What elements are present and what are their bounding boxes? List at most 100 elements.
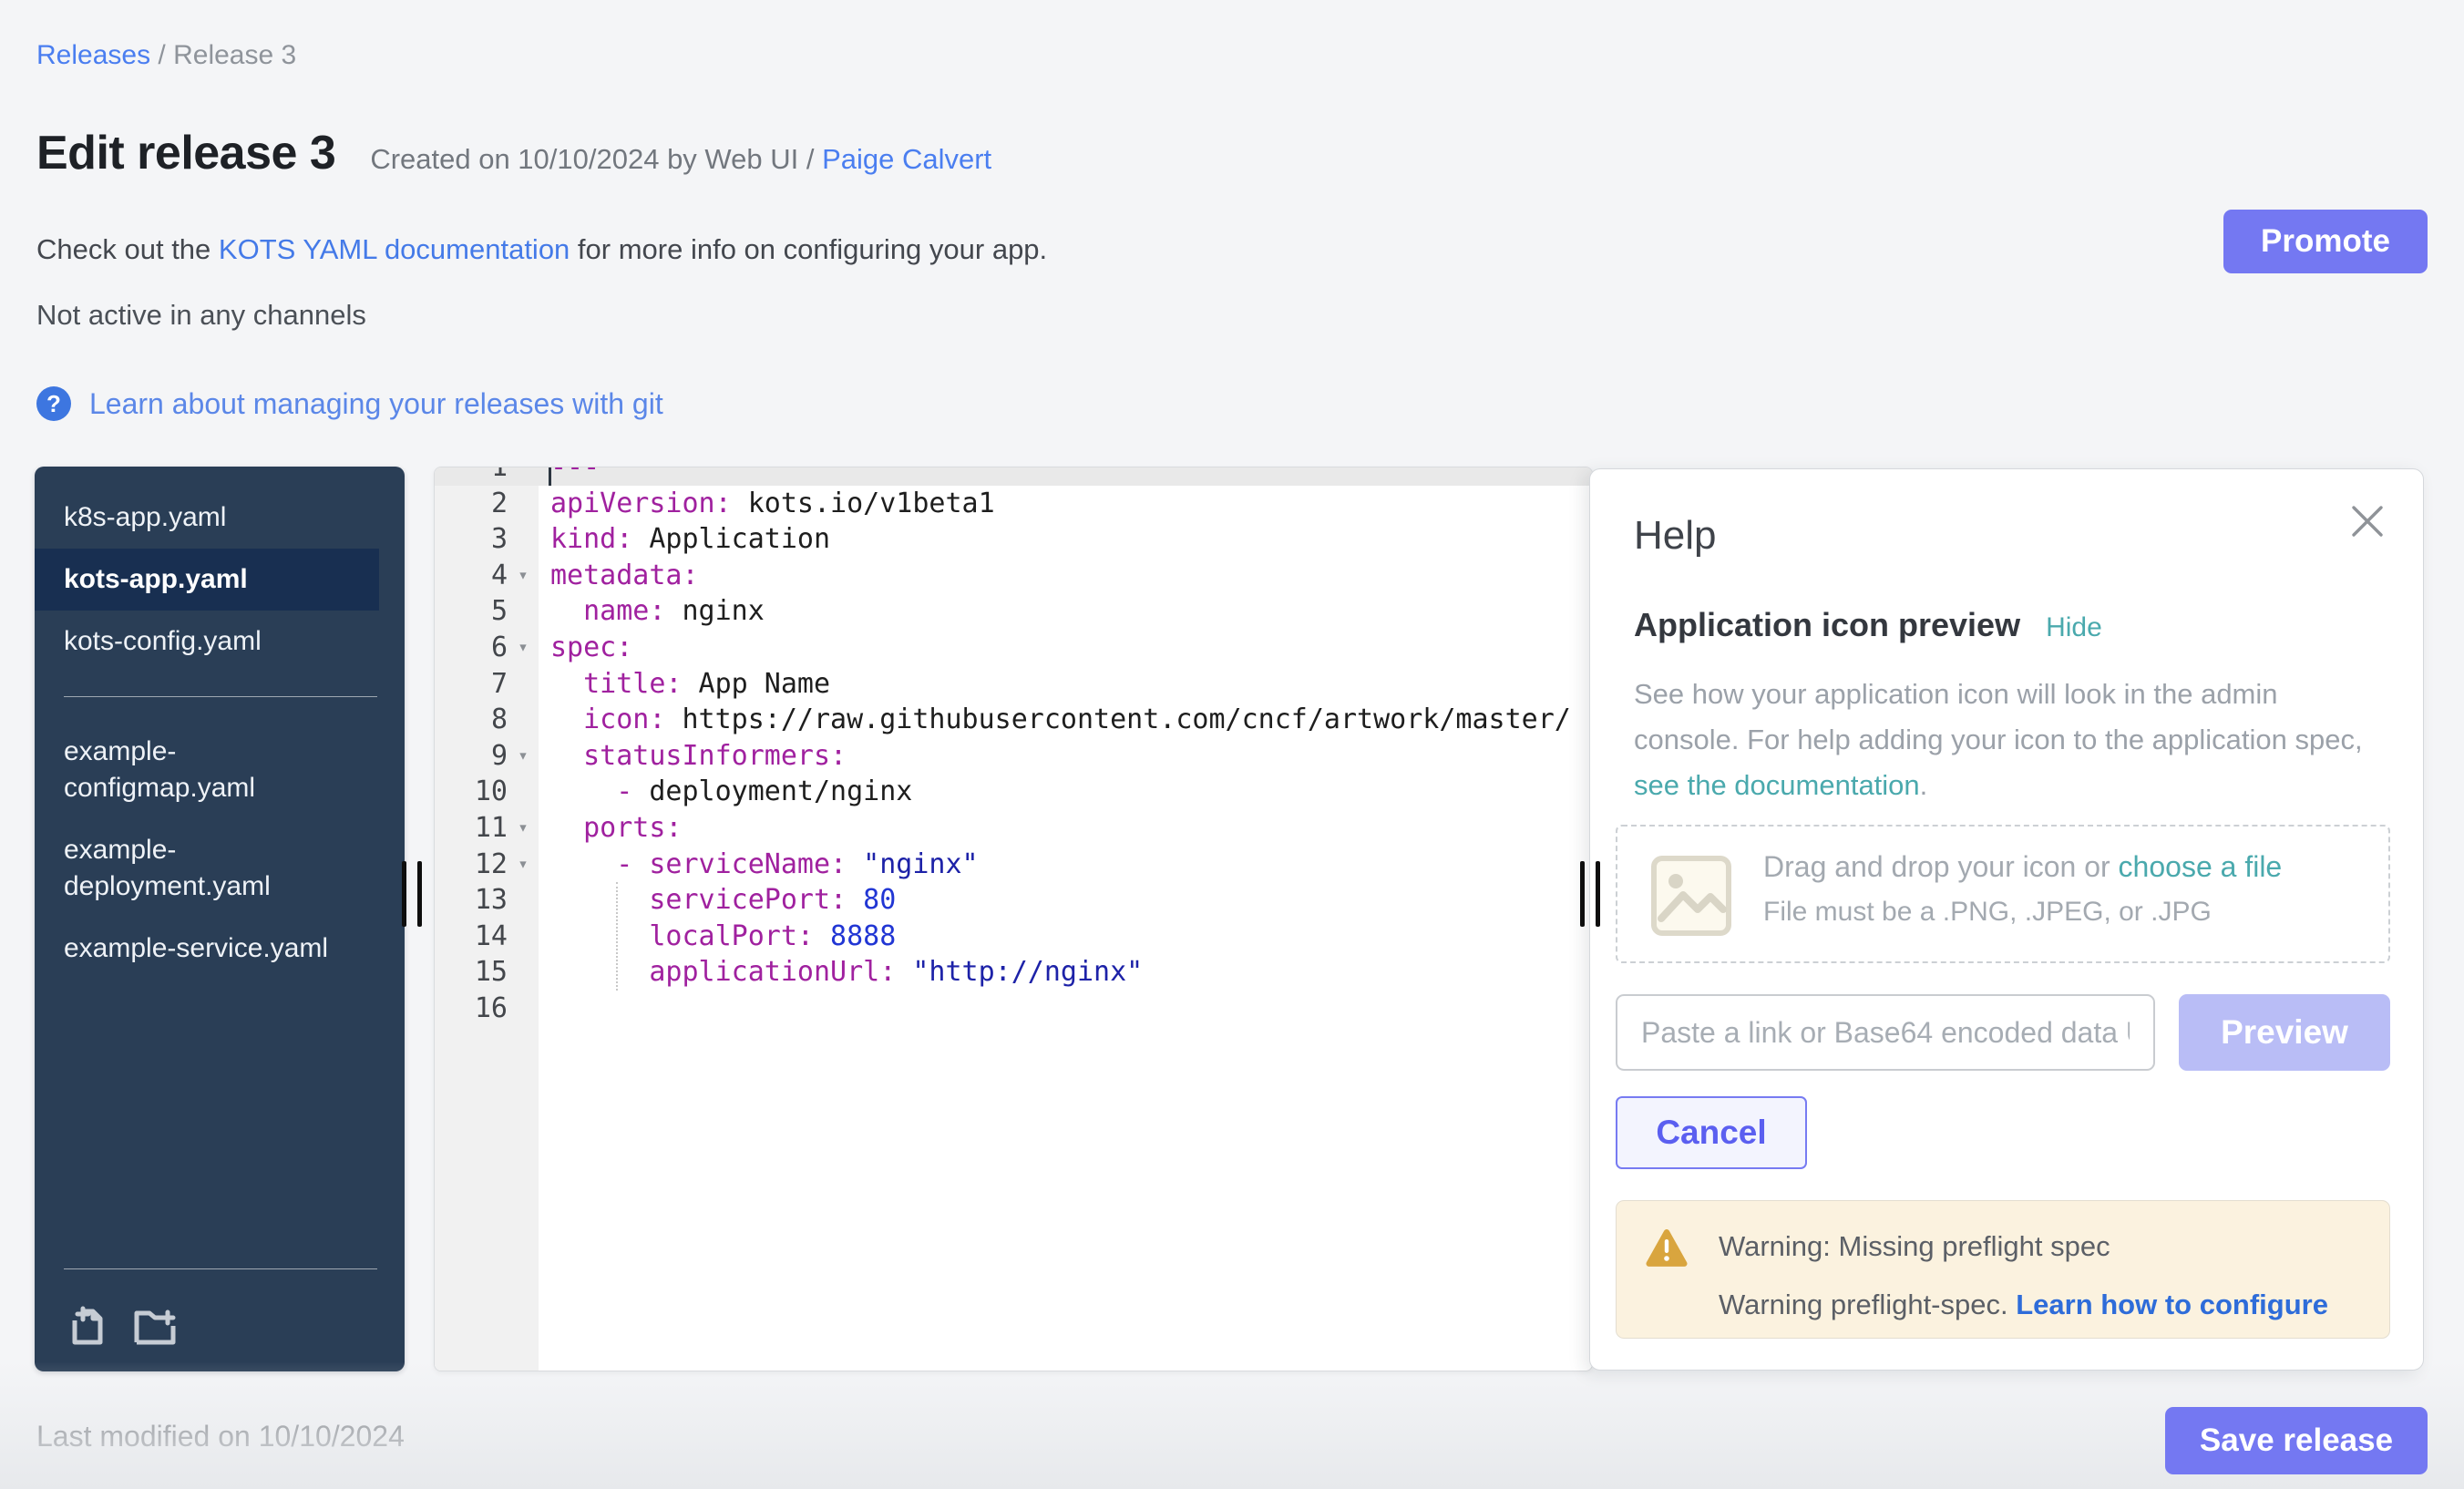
code-row: 5 name: nginx <box>435 593 1592 630</box>
docs-line: Check out the KOTS YAML documentation fo… <box>36 233 1047 266</box>
line-number: 14 <box>435 919 508 955</box>
preview-button[interactable]: Preview <box>2179 994 2390 1071</box>
created-author-link[interactable]: Paige Calvert <box>822 143 991 175</box>
code-row: 15 applicationUrl: "http://nginx" <box>435 954 1592 991</box>
warning-detail: Warning preflight-spec. Learn how to con… <box>1719 1289 2328 1321</box>
dropzone-main-text: Drag and drop your icon or <box>1763 850 2119 883</box>
code-line-text: icon: https://raw.githubusercontent.com/… <box>539 703 1571 735</box>
line-number: 13 <box>435 882 508 919</box>
icon-dropzone[interactable]: Drag and drop your icon or choose a file… <box>1616 825 2390 963</box>
help-description-line: See how your application icon will look … <box>1634 672 2363 717</box>
line-number: 9 <box>435 738 508 775</box>
question-mark-icon: ? <box>36 386 71 421</box>
code-row: 9▾ statusInformers: <box>435 738 1592 775</box>
code-row: 4▾metadata: <box>435 558 1592 594</box>
dropzone-sub-text: File must be a .PNG, .JPEG, or .JPG <box>1763 897 2282 928</box>
save-release-button[interactable]: Save release <box>2165 1407 2428 1474</box>
code-line-text: servicePort: 80 <box>539 884 896 916</box>
line-number: 11 <box>435 810 508 847</box>
breadcrumb: Releases / Release 3 <box>36 40 296 71</box>
code-row: 12▾ - serviceName: "nginx" <box>435 847 1592 883</box>
code-row: 14 localPort: 8888 <box>435 919 1592 955</box>
docs-post-text: for more info on configuring your app. <box>570 233 1047 265</box>
yaml-editor[interactable]: 1---2apiVersion: kots.io/v1beta13kind: A… <box>434 467 1593 1371</box>
code-line-text: ports: <box>539 812 683 844</box>
fold-arrow-icon[interactable]: ▾ <box>508 738 539 775</box>
code-row: 16 <box>435 991 1592 1027</box>
promote-button[interactable]: Promote <box>2223 210 2428 273</box>
cancel-button[interactable]: Cancel <box>1616 1096 1807 1169</box>
code-line-text: metadata: <box>539 560 699 591</box>
code-row: 6▾spec: <box>435 630 1592 666</box>
help-description: See how your application icon will look … <box>1634 672 2363 763</box>
help-section-row: Application icon preview Hide <box>1634 606 2102 644</box>
sidebar-actions <box>66 1304 177 1348</box>
breadcrumb-releases-link[interactable]: Releases <box>36 40 150 70</box>
code-line-text: title: App Name <box>539 668 830 700</box>
fold-arrow-icon[interactable]: ▾ <box>508 810 539 847</box>
code-line-text <box>539 992 550 1024</box>
help-description-line: console. For help adding your icon to th… <box>1634 717 2363 763</box>
file-sidebar: k8s-app.yamlkots-app.yamlkots-config.yam… <box>35 467 405 1371</box>
last-modified-text: Last modified on 10/10/2024 <box>36 1420 405 1453</box>
code-line-text: statusInformers: <box>539 740 847 772</box>
add-file-icon[interactable] <box>66 1304 109 1348</box>
line-number: 8 <box>435 702 508 738</box>
sidebar-file-k8s-app.yaml[interactable]: k8s-app.yaml <box>35 487 379 549</box>
code-row: 7 title: App Name <box>435 666 1592 703</box>
git-help-link[interactable]: ? Learn about managing your releases wit… <box>36 386 663 421</box>
indent-guide <box>616 882 618 991</box>
see-documentation-link[interactable]: see the documentation <box>1634 769 1920 801</box>
title-row: Edit release 3 Created on 10/10/2024 by … <box>36 126 991 180</box>
fold-arrow-icon[interactable]: ▾ <box>508 630 539 666</box>
icon-input-row: Preview <box>1616 994 2390 1071</box>
sidebar-file-example-deployment.yaml[interactable]: example-deployment.yaml <box>35 819 379 918</box>
page-title: Edit release 3 <box>36 126 335 180</box>
help-title: Help <box>1634 513 1717 559</box>
sidebar-file-example-service.yaml[interactable]: example-service.yaml <box>35 918 379 980</box>
code-line-text: localPort: 8888 <box>539 920 896 952</box>
channel-status: Not active in any channels <box>36 299 366 332</box>
sidebar-file-example-configmap.yaml[interactable]: example-configmap.yaml <box>35 721 379 819</box>
choose-file-link[interactable]: choose a file <box>2119 850 2283 883</box>
sidebar-file-kots-app.yaml[interactable]: kots-app.yaml <box>35 549 379 611</box>
sidebar-file-kots-config.yaml[interactable]: kots-config.yaml <box>35 611 379 673</box>
code-line-text: - serviceName: "nginx" <box>539 848 979 880</box>
line-number: 1 <box>435 467 508 486</box>
right-pane-resize-handle[interactable] <box>1580 861 1602 927</box>
line-number: 6 <box>435 630 508 666</box>
code-row: 2apiVersion: kots.io/v1beta1 <box>435 486 1592 522</box>
image-placeholder-icon <box>1650 855 1732 937</box>
line-number: 16 <box>435 991 508 1027</box>
kots-yaml-docs-link[interactable]: KOTS YAML documentation <box>219 233 570 265</box>
docs-pre-text: Check out the <box>36 233 219 265</box>
preflight-warning-box: Warning: Missing preflight spec Warning … <box>1616 1200 2390 1339</box>
hide-link[interactable]: Hide <box>2046 612 2102 643</box>
code-row: 11▾ ports: <box>435 810 1592 847</box>
code-line-text: - deployment/nginx <box>539 775 912 807</box>
text-cursor <box>549 467 551 486</box>
dropzone-text: Drag and drop your icon or choose a file… <box>1763 850 2282 928</box>
add-folder-icon[interactable] <box>133 1304 177 1348</box>
left-pane-resize-handle[interactable] <box>402 861 424 927</box>
icon-url-input[interactable] <box>1616 994 2155 1071</box>
code-rows: 1---2apiVersion: kots.io/v1beta13kind: A… <box>435 467 1592 1027</box>
icon-preview-section-title: Application icon preview <box>1634 606 2020 644</box>
breadcrumb-current: Release 3 <box>173 40 296 70</box>
line-number: 10 <box>435 774 508 810</box>
release-editor-page: Releases / Release 3 Edit release 3 Crea… <box>0 0 2464 1489</box>
warning-title: Warning: Missing preflight spec <box>1719 1230 2110 1263</box>
learn-how-to-configure-link[interactable]: Learn how to configure <box>2016 1289 2328 1320</box>
code-line-text: spec: <box>539 632 632 663</box>
warning-triangle-icon <box>1646 1228 1688 1267</box>
code-line-text: apiVersion: kots.io/v1beta1 <box>539 488 995 519</box>
doc-link-line: see the documentation. <box>1634 763 1927 808</box>
sidebar-bottom-divider <box>64 1268 377 1269</box>
created-text: Created on 10/10/2024 by Web UI / <box>370 143 822 175</box>
code-row: 13 servicePort: 80 <box>435 882 1592 919</box>
close-icon[interactable] <box>2348 502 2387 540</box>
fold-arrow-icon[interactable]: ▾ <box>508 847 539 883</box>
fold-arrow-icon[interactable]: ▾ <box>508 558 539 594</box>
line-number: 12 <box>435 847 508 883</box>
code-line-text: kind: Application <box>539 523 830 555</box>
